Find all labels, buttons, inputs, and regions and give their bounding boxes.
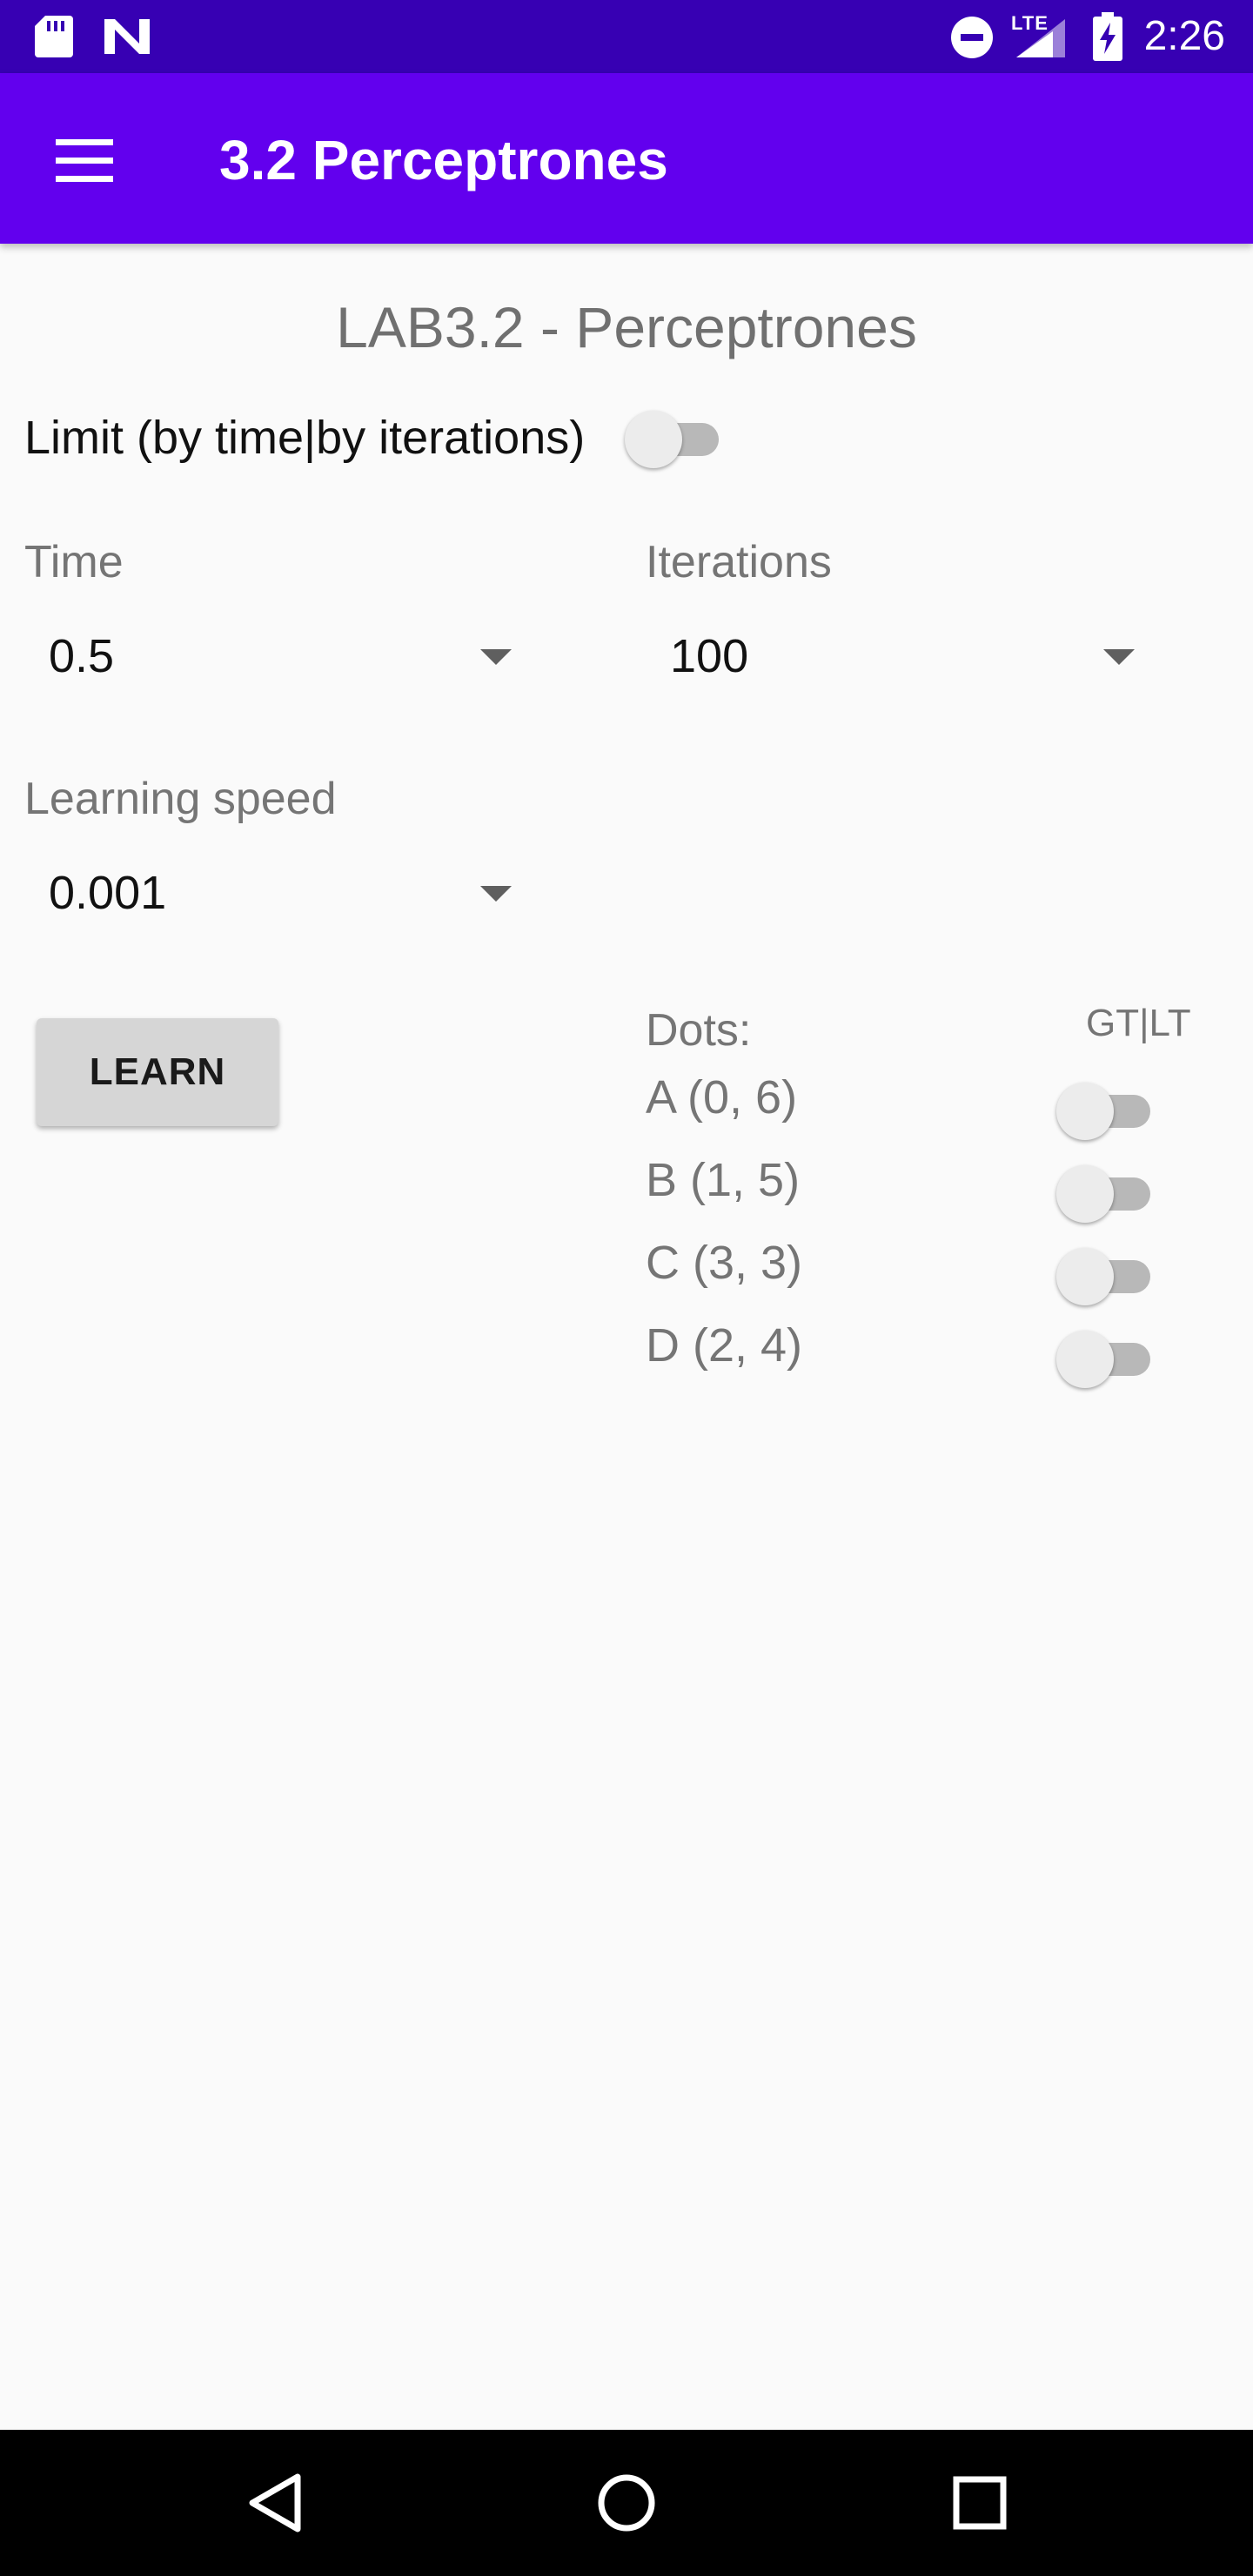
dot-label-b: B (1, 5) — [646, 1154, 801, 1206]
iterations-spinner[interactable]: 100 — [646, 614, 1150, 698]
app-bar: 3.2 Perceptrones — [0, 73, 1253, 244]
dot-a-switch[interactable] — [1056, 1074, 1161, 1144]
iterations-value: 100 — [670, 630, 749, 682]
learning-speed-label: Learning speed — [24, 774, 337, 824]
navigation-bar — [0, 2430, 1253, 2576]
status-bar: LTE 2:26 — [0, 0, 1253, 73]
signal-icon — [1016, 19, 1065, 57]
time-label: Time — [24, 537, 124, 587]
learning-speed-value: 0.001 — [49, 867, 167, 919]
menu-icon — [56, 139, 113, 182]
switch-thumb — [1056, 1165, 1114, 1223]
recents-icon[interactable] — [952, 2475, 1008, 2531]
dropdown-arrow-icon — [1103, 649, 1135, 665]
dot-c-switch[interactable] — [1056, 1239, 1161, 1309]
limit-switch[interactable] — [625, 402, 729, 472]
dropdown-arrow-icon — [480, 649, 512, 665]
n-logo-icon — [104, 19, 150, 54]
back-icon[interactable] — [245, 2472, 306, 2534]
page-heading: LAB3.2 - Perceptrones — [336, 295, 917, 359]
learning-speed-spinner[interactable]: 0.001 — [24, 851, 529, 935]
dropdown-arrow-icon — [480, 886, 512, 902]
switch-thumb — [1056, 1248, 1114, 1305]
dot-label-a: A (0, 6) — [646, 1071, 798, 1124]
app-title: 3.2 Perceptrones — [219, 129, 668, 191]
dot-b-switch[interactable] — [1056, 1157, 1161, 1226]
switch-thumb — [1056, 1331, 1114, 1388]
time-value: 0.5 — [49, 630, 115, 682]
sd-card-icon — [35, 16, 73, 57]
dot-label-d: D (2, 4) — [646, 1319, 803, 1372]
gt-lt-header: GT|LT — [1086, 1002, 1191, 1044]
iterations-label: Iterations — [646, 537, 832, 587]
dot-label-c: C (3, 3) — [646, 1237, 803, 1289]
home-icon[interactable] — [595, 2472, 658, 2534]
switch-thumb — [625, 411, 682, 468]
clock: 2:26 — [1143, 13, 1225, 59]
dots-label: Dots: — [646, 1005, 752, 1056]
limit-label: Limit (by time|by iterations) — [24, 412, 586, 464]
dot-d-switch[interactable] — [1056, 1322, 1161, 1392]
do-not-disturb-icon — [951, 17, 993, 58]
time-spinner[interactable]: 0.5 — [24, 614, 529, 698]
switch-thumb — [1056, 1083, 1114, 1140]
battery-charging-icon — [1093, 12, 1122, 61]
learn-button[interactable]: LEARN — [37, 1018, 278, 1126]
menu-button[interactable] — [38, 113, 132, 207]
